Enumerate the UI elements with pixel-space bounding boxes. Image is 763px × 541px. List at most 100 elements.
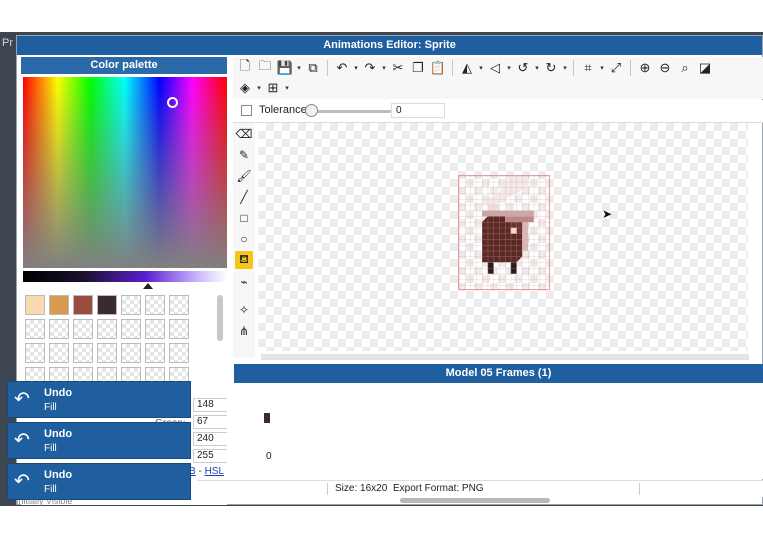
empty-swatch[interactable]: [49, 343, 69, 363]
open-folder-icon[interactable]: 🗀: [255, 58, 275, 77]
resize-icon[interactable]: ⤢: [606, 59, 626, 77]
cut-icon[interactable]: ✂: [388, 59, 408, 77]
contiguous-checkbox[interactable]: [241, 105, 252, 116]
toolbar-separator: [452, 60, 453, 76]
window-title[interactable]: Animations Editor: Sprite: [17, 36, 762, 55]
swatch[interactable]: [97, 295, 117, 315]
save-icon[interactable]: 💾: [275, 59, 295, 77]
tolerance-slider-handle[interactable]: [305, 104, 318, 117]
undo-icon[interactable]: ↶: [332, 59, 352, 77]
empty-swatch[interactable]: [121, 343, 141, 363]
empty-swatch[interactable]: [25, 343, 45, 363]
empty-swatch[interactable]: [73, 319, 93, 339]
empty-swatch[interactable]: [169, 295, 189, 315]
rotate-right-dropdown-icon[interactable]: ▾: [561, 64, 569, 72]
toolbar-separator: [327, 60, 328, 76]
rotate-left-icon[interactable]: ↺: [513, 59, 533, 77]
empty-swatch[interactable]: [73, 343, 93, 363]
empty-swatch[interactable]: [49, 319, 69, 339]
rotate-right-icon[interactable]: ↻: [541, 59, 561, 77]
ellipse-icon[interactable]: ○: [235, 230, 253, 248]
swatch[interactable]: [73, 295, 93, 315]
tolerance-slider[interactable]: [307, 110, 391, 113]
color-picker-handle[interactable]: [167, 97, 178, 108]
status-bar: Size: 16x20 Export Format: PNG: [197, 480, 763, 497]
layers-icon[interactable]: ◈: [235, 79, 255, 97]
empty-swatch[interactable]: [169, 343, 189, 363]
flip-horizontal-dropdown-icon[interactable]: ▾: [477, 64, 485, 72]
layers-dropdown-icon[interactable]: ▾: [255, 84, 263, 92]
empty-swatch[interactable]: [97, 343, 117, 363]
zoom-out-icon[interactable]: ⊖: [655, 59, 675, 77]
flip-horizontal-icon[interactable]: ◭: [457, 59, 477, 77]
hsl-link[interactable]: HSL: [205, 466, 224, 477]
copy-icon[interactable]: ❐: [408, 59, 428, 77]
line-icon[interactable]: ╱: [235, 188, 253, 206]
palette-scrollbar[interactable]: [217, 295, 223, 341]
brush-icon[interactable]: 🖌: [235, 167, 253, 185]
status-divider: [327, 483, 328, 495]
redo-icon[interactable]: ↷: [360, 59, 380, 77]
fill-bucket-icon[interactable]: ⛾: [235, 251, 253, 269]
pencil-icon[interactable]: ✎: [235, 146, 253, 164]
flip-vertical-dropdown-icon[interactable]: ▾: [505, 64, 513, 72]
undo-icon: ↶: [14, 471, 30, 492]
grid-dropdown-icon[interactable]: ▾: [283, 84, 291, 92]
empty-swatch[interactable]: [121, 295, 141, 315]
sprite-image[interactable]: [458, 175, 551, 291]
save-dropdown-icon[interactable]: ▾: [295, 64, 303, 72]
toast-subtitle: Fill: [44, 443, 57, 454]
paste-icon[interactable]: 📋: [428, 59, 448, 77]
nodes-icon[interactable]: ⋔: [235, 322, 253, 340]
eyedropper-icon[interactable]: ⌁: [235, 273, 253, 291]
undo-toast[interactable]: ↶ Undo Fill: [7, 422, 191, 459]
grid-icon[interactable]: ⊞: [263, 79, 283, 97]
empty-swatch[interactable]: [169, 319, 189, 339]
undo-toast[interactable]: ↶ Undo Fill: [7, 381, 191, 418]
empty-swatch[interactable]: [97, 319, 117, 339]
rectangle-icon[interactable]: □: [235, 209, 253, 227]
new-file-icon[interactable]: 🗋: [235, 58, 255, 77]
swatch[interactable]: [49, 295, 69, 315]
toast-subtitle: Fill: [44, 402, 57, 413]
empty-swatch[interactable]: [145, 343, 165, 363]
color-mode-switch: B - HSL: [189, 466, 224, 477]
save-as-icon[interactable]: ⧉: [303, 59, 323, 77]
empty-swatch[interactable]: [25, 319, 45, 339]
zoom-fit-icon[interactable]: ⌕: [675, 59, 695, 77]
blue-value-field[interactable]: 240: [193, 432, 227, 446]
flip-vertical-icon[interactable]: ◁: [485, 59, 505, 77]
background-horizontal-scrollbar[interactable]: [400, 498, 550, 503]
rotate-left-dropdown-icon[interactable]: ▾: [533, 64, 541, 72]
green-value-field[interactable]: 67: [193, 415, 227, 429]
crop-icon[interactable]: ⌗: [578, 59, 598, 77]
canvas-horizontal-scrollbar[interactable]: [261, 354, 749, 360]
background-window-title: Pr: [2, 37, 13, 49]
redo-dropdown-icon[interactable]: ▾: [380, 64, 388, 72]
undo-toast[interactable]: ↶ Undo Fill: [7, 463, 191, 500]
empty-swatch[interactable]: [145, 319, 165, 339]
mode-separator: -: [195, 466, 205, 477]
move-point-icon[interactable]: ✧: [235, 301, 253, 319]
empty-swatch[interactable]: [121, 319, 141, 339]
crop-dropdown-icon[interactable]: ▾: [598, 64, 606, 72]
alpha-value-field[interactable]: 255: [193, 449, 227, 463]
drawing-canvas[interactable]: ➤: [258, 123, 748, 351]
eraser-icon[interactable]: ⌫: [235, 125, 253, 143]
swatch-grid: [25, 295, 199, 387]
toggle-icon[interactable]: ◪: [695, 59, 715, 77]
undo-dropdown-icon[interactable]: ▾: [352, 64, 360, 72]
main-toolbar: 🗋 🗀 💾 ▾ ⧉ ↶ ▾ ↷ ▾ ✂ ❐ 📋 ◭ ▾ ◁ ▾ ↺ ▾ ↻ ▾ …: [233, 57, 763, 99]
tolerance-value-field[interactable]: 0: [391, 103, 445, 118]
frame-thumbnail[interactable]: [264, 413, 270, 423]
swatch[interactable]: [25, 295, 45, 315]
toolbar-separator: [573, 60, 574, 76]
hue-slider[interactable]: [23, 271, 227, 282]
color-spectrum[interactable]: [23, 77, 227, 268]
empty-swatch[interactable]: [145, 295, 165, 315]
hue-slider-marker-icon[interactable]: [143, 283, 153, 289]
toast-title: Undo: [44, 387, 73, 399]
toolbar-row-2: ◈ ▾ ⊞ ▾: [235, 78, 291, 98]
red-value-field[interactable]: 148: [193, 398, 227, 412]
zoom-in-icon[interactable]: ⊕: [635, 59, 655, 77]
